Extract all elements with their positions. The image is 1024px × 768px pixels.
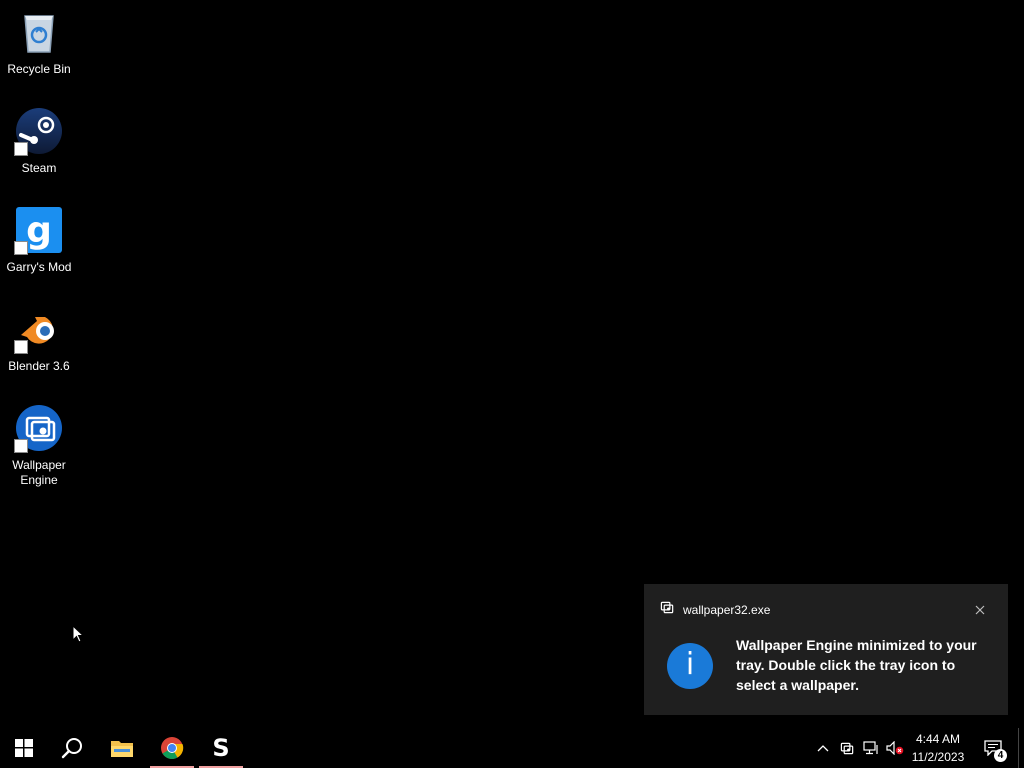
s-app-icon: S <box>212 734 230 762</box>
wallpaper-engine-small-icon <box>660 600 675 620</box>
show-desktop-button[interactable] <box>1018 728 1024 768</box>
clock-date: 11/2/2023 <box>911 750 965 764</box>
search-button[interactable] <box>48 728 96 768</box>
desktop-icon-label: Blender 3.6 <box>8 359 70 373</box>
garrys-mod-icon: g <box>14 206 63 255</box>
taskbar-file-explorer[interactable] <box>98 728 146 768</box>
taskbar: S 4:44 AM 11/2/2023 4 <box>0 728 1024 768</box>
tray-network[interactable] <box>860 728 882 768</box>
desktop[interactable]: Recycle Bin Steam g Garry's Mod Blender … <box>0 0 1024 728</box>
tray-volume[interactable] <box>884 728 906 768</box>
desktop-icon-recycle-bin[interactable]: Recycle Bin <box>1 8 77 77</box>
windows-logo-icon <box>15 739 33 757</box>
network-icon <box>863 741 878 755</box>
toast-app-name: wallpaper32.exe <box>683 603 771 617</box>
taskbar-chrome[interactable] <box>148 728 196 768</box>
desktop-icon-label: Wallpaper Engine <box>12 458 66 487</box>
search-icon <box>61 738 82 759</box>
wallpaper-engine-icon <box>14 404 63 453</box>
volume-muted-icon <box>886 741 904 755</box>
toast-notification[interactable]: wallpaper32.exe i Wallpaper Engine minim… <box>644 584 1008 715</box>
steam-icon <box>14 107 63 156</box>
desktop-icon-label: Steam <box>21 161 57 175</box>
chevron-up-icon <box>817 745 829 752</box>
shortcut-arrow-icon <box>14 340 28 354</box>
shortcut-arrow-icon <box>14 241 28 255</box>
shortcut-arrow-icon <box>14 439 28 453</box>
info-glyph: i <box>685 647 695 682</box>
toast-header: wallpaper32.exe <box>660 600 771 620</box>
desktop-icon-steam[interactable]: Steam <box>1 107 77 176</box>
blender-icon <box>14 305 63 354</box>
clock-time: 4:44 AM <box>915 732 961 746</box>
desktop-icon-label: Recycle Bin <box>7 62 71 76</box>
system-clock[interactable]: 4:44 AM 11/2/2023 <box>906 730 970 766</box>
shortcut-arrow-icon <box>14 142 28 156</box>
wallpaper-engine-tray-icon <box>840 742 853 754</box>
tray-wallpaper-engine[interactable] <box>836 728 858 768</box>
desktop-icon-label: Garry's Mod <box>6 260 72 274</box>
svg-text:g: g <box>26 210 52 251</box>
desktop-icon-garrys-mod[interactable]: g Garry's Mod <box>1 206 77 275</box>
folder-icon <box>111 741 133 757</box>
taskbar-app-s[interactable]: S <box>197 728 245 768</box>
chrome-icon <box>161 737 184 759</box>
toast-message: Wallpaper Engine minimized to your tray.… <box>736 637 977 693</box>
desktop-icon-wallpaper-engine[interactable]: Wallpaper Engine <box>1 404 77 488</box>
start-button[interactable] <box>0 728 48 768</box>
mouse-cursor-icon <box>72 624 85 648</box>
show-hidden-icons-button[interactable] <box>812 728 834 768</box>
recycle-bin-icon <box>15 8 63 56</box>
desktop-icon-blender[interactable]: Blender 3.6 <box>1 305 77 374</box>
action-center-button[interactable]: 4 <box>978 728 1008 768</box>
info-icon: i <box>667 643 713 689</box>
toast-close-button[interactable] <box>972 602 988 618</box>
notification-count-badge: 4 <box>994 749 1007 762</box>
close-icon <box>975 605 985 615</box>
